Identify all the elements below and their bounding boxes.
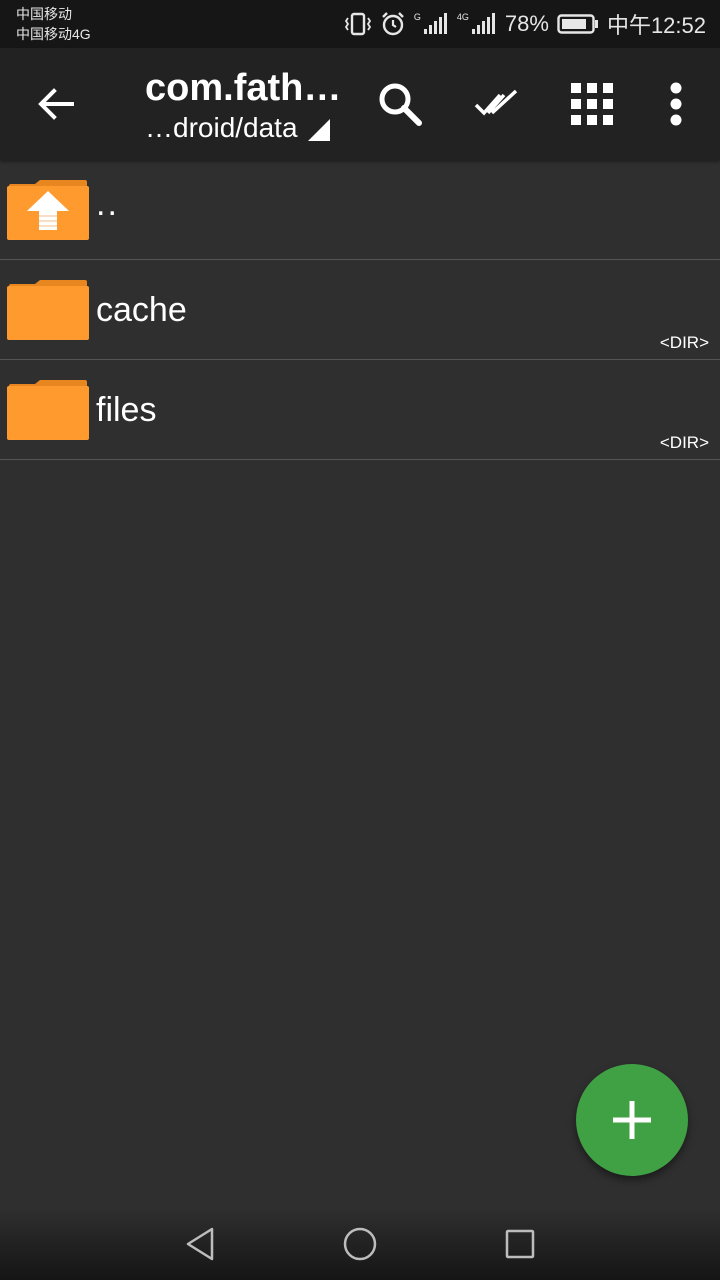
file-list: .. cache <DIR> files <DIR>: [0, 160, 720, 460]
file-row-parent[interactable]: ..: [0, 160, 720, 260]
search-icon: [379, 83, 422, 126]
signal-icon: [471, 13, 497, 35]
more-vert-icon: [670, 82, 682, 126]
nav-recents-icon: [505, 1229, 535, 1259]
nav-back-icon: [186, 1227, 214, 1261]
file-row-files[interactable]: files <DIR>: [0, 360, 720, 460]
carrier-name-1: 中国移动: [16, 6, 72, 22]
clock: 中午12:52: [606, 13, 706, 38]
nav-recents-button[interactable]: [496, 1222, 544, 1266]
navigation-bar: [0, 1208, 720, 1280]
folder-icon: [7, 380, 89, 440]
search-button[interactable]: [372, 76, 428, 132]
status-bar: 中国移动 中国移动4G G 4G 78% 中午12:52: [0, 0, 720, 48]
file-row-cache[interactable]: cache <DIR>: [0, 260, 720, 360]
file-type-label: <DIR>: [659, 433, 709, 452]
file-name: ..: [96, 185, 119, 223]
battery-percent: 78%: [504, 11, 549, 36]
vibrate-icon: [344, 12, 372, 36]
arrow-back-icon: [38, 88, 74, 120]
grid-view-icon: [571, 83, 613, 125]
file-type-label: <DIR>: [659, 333, 709, 352]
carrier-name-2: 中国移动4G: [16, 26, 91, 42]
folder-up-icon: [7, 180, 89, 240]
signal-icon: [423, 13, 449, 35]
add-button[interactable]: [576, 1064, 688, 1176]
alarm-icon: [380, 11, 406, 37]
nav-home-button[interactable]: [336, 1222, 384, 1266]
battery-icon: [557, 13, 599, 35]
folder-icon: [7, 280, 89, 340]
status-icons: G 4G 78% 中午12:52: [344, 0, 706, 48]
path-subtitle: …droid/data: [145, 112, 298, 143]
select-all-icon: [474, 89, 518, 116]
dropdown-triangle-icon: [307, 119, 330, 141]
signal-label-1: G: [413, 12, 421, 22]
signal-label-2: 4G: [456, 12, 469, 22]
app-bar: com.fath… …droid/data: [0, 48, 720, 160]
path-dropdown[interactable]: …droid/data: [145, 112, 355, 144]
plus-icon: [613, 1101, 651, 1139]
path-header[interactable]: com.fath… …droid/data: [145, 66, 355, 144]
file-name: cache: [96, 291, 187, 329]
file-name: files: [96, 391, 157, 429]
select-all-button[interactable]: [468, 76, 524, 132]
back-button[interactable]: [30, 76, 82, 132]
nav-home-icon: [343, 1227, 377, 1261]
folder-title: com.fath…: [145, 67, 342, 109]
grid-view-button[interactable]: [564, 76, 620, 132]
nav-back-button[interactable]: [176, 1222, 224, 1266]
more-options-button[interactable]: [648, 76, 704, 132]
